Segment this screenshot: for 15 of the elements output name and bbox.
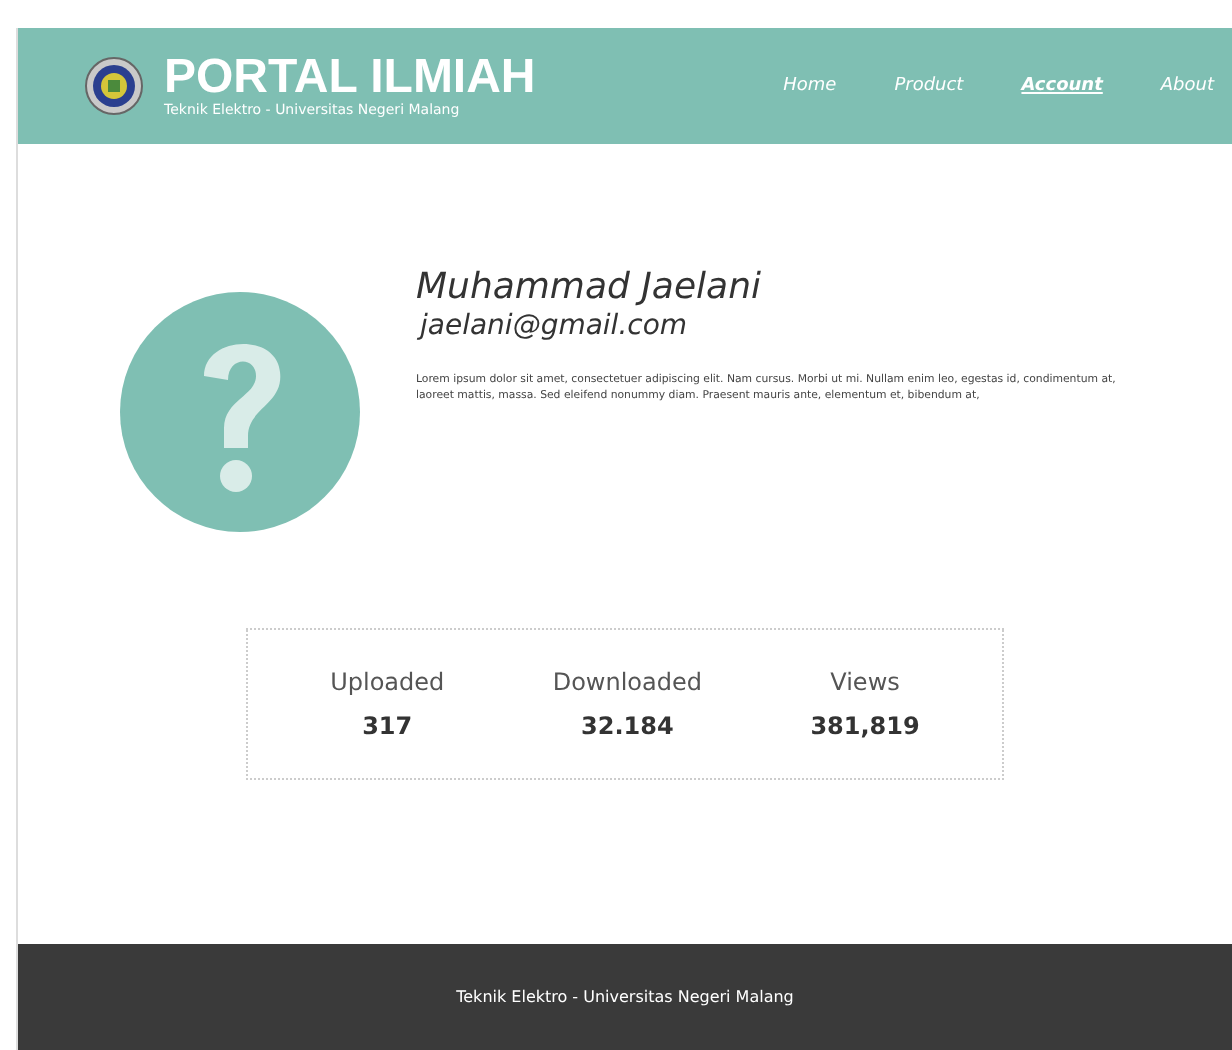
nav-link[interactable]: Home <box>743 74 855 98</box>
user-email: jaelani@gmail.com <box>420 308 690 344</box>
stat-label: Views <box>830 668 900 696</box>
nav-link[interactable]: About <box>1120 74 1232 98</box>
stat-value: 381,819 <box>810 712 920 740</box>
nav-link[interactable]: Product <box>854 74 982 98</box>
stat-label: Uploaded <box>330 668 445 696</box>
user-name: Muhammad Jaelani <box>416 268 763 308</box>
footer-text: Teknik Elektro - Universitas Negeri Malang <box>456 988 794 1006</box>
stat-value: 317 <box>362 712 413 740</box>
stat-value: 32.184 <box>581 712 674 740</box>
site-title: PORTAL ILMIAH <box>164 53 536 101</box>
emblem-icon <box>84 56 144 116</box>
nav-link[interactable]: Account <box>981 74 1121 98</box>
stat-label: Downloaded <box>552 668 702 696</box>
